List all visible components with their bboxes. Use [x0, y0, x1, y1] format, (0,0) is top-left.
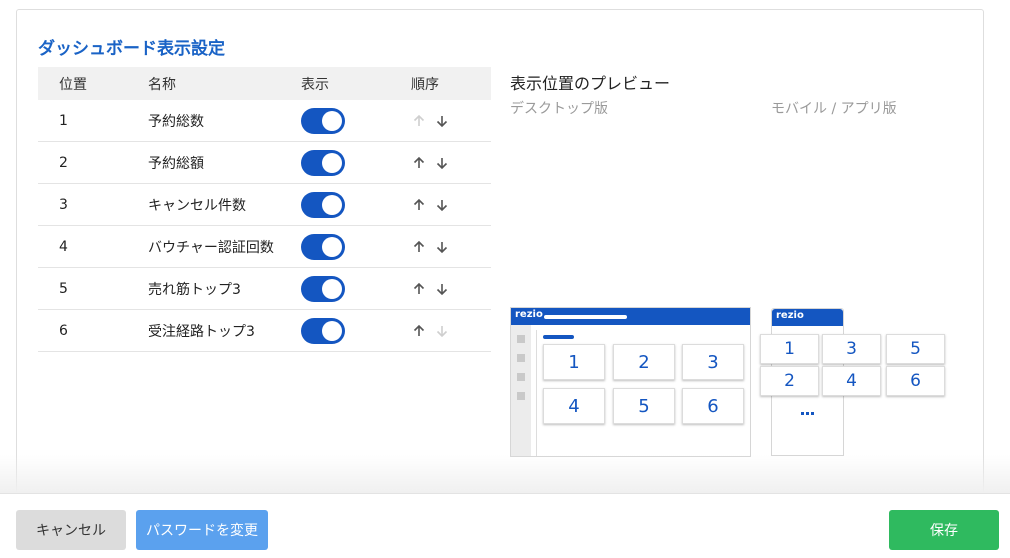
preview-tile: 3 — [822, 334, 881, 364]
row-position: 1 — [59, 112, 68, 129]
desktop-header-bar: rezio — [511, 308, 750, 325]
desktop-sidebar — [511, 325, 531, 456]
arrow-up-icon[interactable] — [411, 323, 427, 339]
preview-tile: 2 — [760, 366, 819, 396]
arrow-down-icon[interactable] — [434, 197, 450, 213]
toggle-knob — [322, 278, 342, 299]
footer-bar: キャンセル パスワードを変更 保存 — [0, 493, 1010, 558]
page-title: ダッシュボード表示設定 — [38, 39, 225, 59]
preview-title: 表示位置のプレビュー — [510, 74, 671, 93]
sidebar-placeholder — [517, 392, 525, 400]
table-row: 3 キャンセル件数 — [38, 184, 491, 226]
table-header: 位置 名称 表示 順序 — [38, 67, 491, 100]
row-position: 3 — [59, 196, 68, 213]
save-button[interactable]: 保存 — [889, 510, 999, 550]
arrow-down-icon[interactable] — [434, 281, 450, 297]
preview-tile: 3 — [682, 344, 744, 380]
change-password-button[interactable]: パスワードを変更 — [136, 510, 268, 550]
preview-tile: 5 — [886, 334, 945, 364]
preview-tile: 1 — [760, 334, 819, 364]
table-row: 4 バウチャー認証回数 — [38, 226, 491, 268]
preview-tile: 5 — [613, 388, 675, 424]
row-position: 2 — [59, 154, 68, 171]
preview-tile: 1 — [543, 344, 605, 380]
widget-table: 位置 名称 表示 順序 1 予約総数 2 予約総額 3 キャンセル件数 4 バウチャー認証回数… — [38, 67, 491, 352]
brand-logo: rezio — [515, 309, 543, 320]
brand-logo: rezio — [776, 310, 804, 321]
arrow-down-icon[interactable] — [434, 239, 450, 255]
arrow-up-icon[interactable] — [411, 197, 427, 213]
toggle-knob — [322, 320, 342, 341]
row-name: バウチャー認証回数 — [148, 239, 274, 256]
order-controls — [411, 323, 450, 339]
arrow-up-icon[interactable] — [411, 281, 427, 297]
display-toggle[interactable] — [301, 233, 345, 260]
more-dots-indicator — [801, 412, 815, 415]
order-controls — [411, 239, 450, 255]
arrow-up-icon — [413, 114, 425, 126]
order-controls — [411, 281, 450, 297]
preview-tile: 4 — [822, 366, 881, 396]
arrow-down-icon[interactable] — [434, 155, 450, 171]
order-controls — [411, 155, 450, 171]
toggle-knob — [322, 110, 342, 131]
display-toggle[interactable] — [301, 149, 345, 176]
table-row: 2 予約総額 — [38, 142, 491, 184]
row-name: 予約総額 — [148, 155, 204, 172]
display-toggle[interactable] — [301, 191, 345, 218]
header-name: 名称 — [148, 76, 176, 93]
toggle-knob — [322, 194, 342, 215]
arrow-down-icon — [436, 325, 448, 337]
preview-tile: 2 — [613, 344, 675, 380]
display-toggle[interactable] — [301, 107, 345, 134]
arrow-up-icon[interactable] — [411, 239, 427, 255]
toggle-knob — [322, 236, 342, 257]
desktop-preview: rezio 123 456 — [510, 307, 751, 457]
preview-tile: 4 — [543, 388, 605, 424]
preview-tile: 6 — [682, 388, 744, 424]
display-toggle[interactable] — [301, 317, 345, 344]
cancel-button[interactable]: キャンセル — [16, 510, 126, 550]
row-position: 4 — [59, 238, 68, 255]
toggle-knob — [322, 152, 342, 173]
row-name: 売れ筋トップ3 — [148, 281, 241, 298]
table-row: 5 売れ筋トップ3 — [38, 268, 491, 310]
preview-tile: 6 — [886, 366, 945, 396]
row-position: 5 — [59, 280, 68, 297]
mobile-header-bar: rezio — [772, 309, 843, 326]
arrow-down-icon[interactable] — [434, 113, 450, 129]
row-position: 6 — [59, 322, 68, 339]
order-controls — [411, 113, 450, 129]
row-name: キャンセル件数 — [148, 197, 246, 214]
order-controls — [411, 197, 450, 213]
row-name: 受注経路トップ3 — [148, 323, 255, 340]
settings-panel: ダッシュボード表示設定 位置 名称 表示 順序 1 予約総数 2 予約総額 3 キャンセル… — [16, 9, 984, 509]
header-display: 表示 — [301, 76, 329, 93]
desktop-content: 123 456 — [536, 330, 750, 456]
header-position: 位置 — [59, 76, 87, 93]
mobile-label: モバイル / アプリ版 — [771, 101, 897, 117]
content-heading-placeholder — [543, 335, 574, 339]
scroll-fade — [0, 455, 1010, 493]
sidebar-placeholder — [517, 335, 525, 343]
table-row: 6 受注経路トップ3 — [38, 310, 491, 352]
sidebar-placeholder — [517, 373, 525, 381]
desktop-label: デスクトップ版 — [510, 101, 608, 117]
table-row: 1 予約総数 — [38, 100, 491, 142]
display-toggle[interactable] — [301, 275, 345, 302]
arrow-up-icon[interactable] — [411, 155, 427, 171]
row-name: 予約総数 — [148, 113, 204, 130]
header-order: 順序 — [411, 76, 439, 93]
header-placeholder-line — [544, 315, 627, 319]
sidebar-placeholder — [517, 354, 525, 362]
